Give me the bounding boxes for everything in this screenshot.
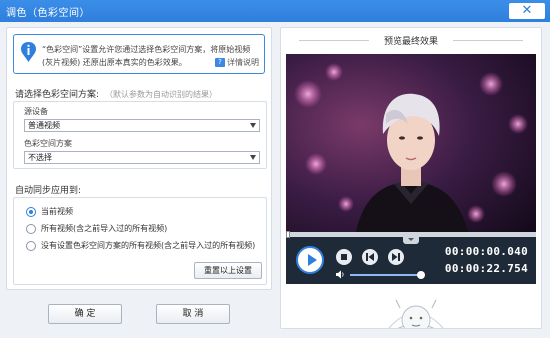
volume-slider[interactable] xyxy=(350,271,425,279)
preview-title: 预览最终效果 xyxy=(281,34,541,47)
chevron-down-icon xyxy=(250,123,256,128)
apply-group: 当前视频 所有视频(含之前导入过的所有视频) 没有设置色彩空间方案的所有视频(含… xyxy=(13,197,267,285)
scheme-section-title: 请选择色彩空间方案: （默认参数为自动识别的结果） xyxy=(15,87,217,100)
chevron-down-icon xyxy=(250,155,256,160)
window-title: 调色（色彩空间） xyxy=(6,8,90,19)
collapse-toggle[interactable] xyxy=(403,237,419,244)
volume-icon[interactable] xyxy=(336,270,345,279)
colorspace-label: 色彩空间方案 xyxy=(24,139,72,148)
scheme-group: 源设备 普通视频 色彩空间方案 不选择 xyxy=(13,101,267,169)
prev-frame-icon xyxy=(366,253,374,261)
radio-current-video[interactable]: 当前视频 xyxy=(26,206,73,217)
volume-handle[interactable] xyxy=(417,271,425,279)
mascot-illustration xyxy=(388,299,444,328)
source-device-select[interactable]: 普通视频 xyxy=(24,119,260,132)
settings-panel: “色彩空间”设置允许您通过选择色彩空间方案，将原始视频 (灰片视频) 还原出原本… xyxy=(6,27,272,290)
radio-label: 所有视频(含之前导入过的所有视频) xyxy=(41,224,168,233)
radio-label: 没有设置色彩空间方案的所有视频(含之前导入过的所有视频) xyxy=(41,241,256,250)
apply-section-title: 自动同步应用到: xyxy=(15,186,82,196)
close-button[interactable]: ✕ xyxy=(509,3,545,19)
player-controls: 00:00:00.040 00:00:22.754 xyxy=(286,231,536,284)
radio-button[interactable] xyxy=(26,240,36,251)
total-time: 00:00:22.754 xyxy=(444,262,528,275)
stop-icon xyxy=(341,254,347,260)
colorspace-select[interactable]: 不选择 xyxy=(24,151,260,164)
help-link-label: 详情说明 xyxy=(227,58,259,67)
scheme-hint: （默认参数为自动识别的结果） xyxy=(105,90,218,99)
ok-button[interactable]: 确 定 xyxy=(48,304,122,324)
help-icon: ? xyxy=(215,58,225,67)
seek-handle[interactable] xyxy=(286,231,290,238)
play-button[interactable] xyxy=(296,246,324,274)
source-device-value: 普通视频 xyxy=(28,121,60,130)
help-link[interactable]: ? 详情说明 xyxy=(215,57,259,68)
info-line-1: “色彩空间”设置允许您通过选择色彩空间方案，将原始视频 xyxy=(42,45,251,54)
preview-panel: 预览最终效果 00:00:00.040 00:00:22.754 xyxy=(280,27,542,329)
radio-label: 当前视频 xyxy=(41,207,73,216)
stop-button[interactable] xyxy=(336,249,352,265)
prev-frame-button[interactable] xyxy=(362,249,378,265)
colorspace-value: 不选择 xyxy=(28,153,52,162)
preview-video-frame xyxy=(286,54,536,232)
cancel-button[interactable]: 取 消 xyxy=(156,304,230,324)
radio-unset-videos[interactable]: 没有设置色彩空间方案的所有视频(含之前导入过的所有视频) xyxy=(26,240,255,251)
radio-all-videos[interactable]: 所有视频(含之前导入过的所有视频) xyxy=(26,223,167,234)
scheme-title: 请选择色彩空间方案: xyxy=(15,90,100,100)
next-frame-icon xyxy=(392,253,400,261)
reset-button[interactable]: 重置以上设置 xyxy=(194,262,262,279)
info-box: “色彩空间”设置允许您通过选择色彩空间方案，将原始视频 (灰片视频) 还原出原本… xyxy=(13,34,265,74)
radio-button[interactable] xyxy=(26,206,36,217)
info-icon xyxy=(21,42,36,62)
radio-button[interactable] xyxy=(26,223,36,234)
source-device-label: 源设备 xyxy=(24,107,48,116)
next-frame-button[interactable] xyxy=(388,249,404,265)
current-time: 00:00:00.040 xyxy=(444,245,528,258)
close-icon: ✕ xyxy=(521,3,533,18)
title-bar: 调色（色彩空间） ✕ xyxy=(0,0,550,22)
